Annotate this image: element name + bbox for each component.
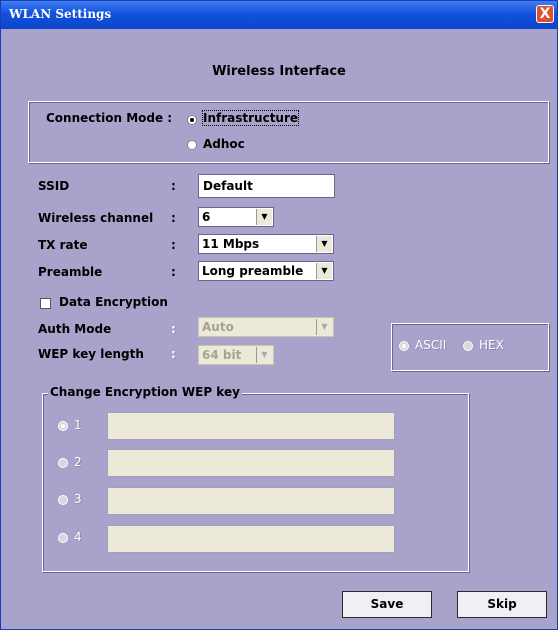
tx-rate-label: TX rate bbox=[38, 238, 88, 252]
section-heading: Wireless Interface bbox=[212, 64, 346, 79]
infrastructure-label[interactable]: Infrastructure bbox=[201, 110, 300, 126]
tx-rate-value: 11 Mbps bbox=[202, 237, 260, 251]
wep-key-1-label[interactable]: 1 bbox=[74, 418, 82, 432]
chevron-down-icon[interactable]: ▼ bbox=[256, 209, 272, 225]
ssid-label: SSID bbox=[38, 179, 70, 193]
auth-mode-colon: : bbox=[171, 322, 176, 336]
channel-colon: : bbox=[171, 211, 176, 225]
hex-label[interactable]: HEX bbox=[479, 338, 504, 352]
ssid-colon: : bbox=[171, 179, 176, 193]
adhoc-radio[interactable] bbox=[187, 140, 197, 150]
wireless-channel-label: Wireless channel bbox=[38, 211, 154, 225]
window-title: WLAN Settings bbox=[9, 7, 112, 21]
tx-rate-select[interactable]: 11 Mbps ▼ bbox=[198, 234, 334, 254]
wep-key-4-input[interactable] bbox=[107, 525, 395, 553]
auth-mode-label: Auth Mode bbox=[38, 322, 112, 336]
wireless-channel-select[interactable]: 6 ▼ bbox=[198, 207, 274, 227]
connection-mode-label: Connection Mode : bbox=[46, 111, 173, 125]
wep-key-3-label[interactable]: 3 bbox=[74, 492, 82, 506]
wep-key-length-select[interactable]: 64 bit ▼ bbox=[198, 345, 274, 365]
save-button[interactable]: Save bbox=[342, 591, 432, 618]
wireless-channel-value: 6 bbox=[202, 210, 211, 224]
close-icon[interactable]: X bbox=[536, 5, 554, 23]
chevron-down-icon[interactable]: ▼ bbox=[316, 319, 332, 335]
ascii-label[interactable]: ASCII bbox=[415, 338, 446, 352]
wep-key-3-input[interactable] bbox=[107, 487, 395, 515]
preamble-colon: : bbox=[171, 265, 176, 279]
infrastructure-radio[interactable] bbox=[187, 115, 197, 125]
wep-key-2-label[interactable]: 2 bbox=[74, 455, 82, 469]
wlan-settings-dialog: WLAN Settings X Wireless Interface Conne… bbox=[0, 0, 558, 630]
adhoc-label[interactable]: Adhoc bbox=[203, 137, 245, 151]
preamble-value: Long preamble bbox=[202, 264, 304, 278]
ssid-input[interactable]: Default bbox=[198, 174, 335, 198]
data-encryption-checkbox[interactable] bbox=[40, 298, 51, 309]
wep-key-length-value: 64 bit bbox=[202, 348, 242, 362]
chevron-down-icon[interactable]: ▼ bbox=[256, 347, 272, 363]
wep-key-3-radio[interactable] bbox=[58, 495, 68, 505]
data-encryption-label[interactable]: Data Encryption bbox=[59, 295, 168, 309]
auth-mode-select[interactable]: Auto ▼ bbox=[198, 317, 334, 337]
chevron-down-icon[interactable]: ▼ bbox=[316, 263, 332, 279]
skip-button[interactable]: Skip bbox=[457, 591, 547, 618]
wep-key-length-colon: : bbox=[171, 347, 176, 361]
preamble-label: Preamble bbox=[38, 265, 103, 279]
wep-key-2-input[interactable] bbox=[107, 449, 395, 477]
ascii-radio[interactable] bbox=[399, 341, 409, 351]
chevron-down-icon[interactable]: ▼ bbox=[316, 236, 332, 252]
hex-radio[interactable] bbox=[463, 341, 473, 351]
tx-rate-colon: : bbox=[171, 238, 176, 252]
wep-key-length-label: WEP key length bbox=[38, 347, 144, 361]
wep-key-2-radio[interactable] bbox=[58, 458, 68, 468]
wep-key-4-label[interactable]: 4 bbox=[74, 530, 82, 544]
preamble-select[interactable]: Long preamble ▼ bbox=[198, 261, 334, 281]
wep-key-4-radio[interactable] bbox=[58, 533, 68, 543]
wep-key-1-radio[interactable] bbox=[58, 421, 68, 431]
wep-key-1-input[interactable] bbox=[107, 412, 395, 440]
wep-key-group-legend: Change Encryption WEP key bbox=[48, 385, 242, 399]
auth-mode-value: Auto bbox=[202, 320, 234, 334]
title-bar[interactable]: WLAN Settings X bbox=[1, 1, 557, 29]
